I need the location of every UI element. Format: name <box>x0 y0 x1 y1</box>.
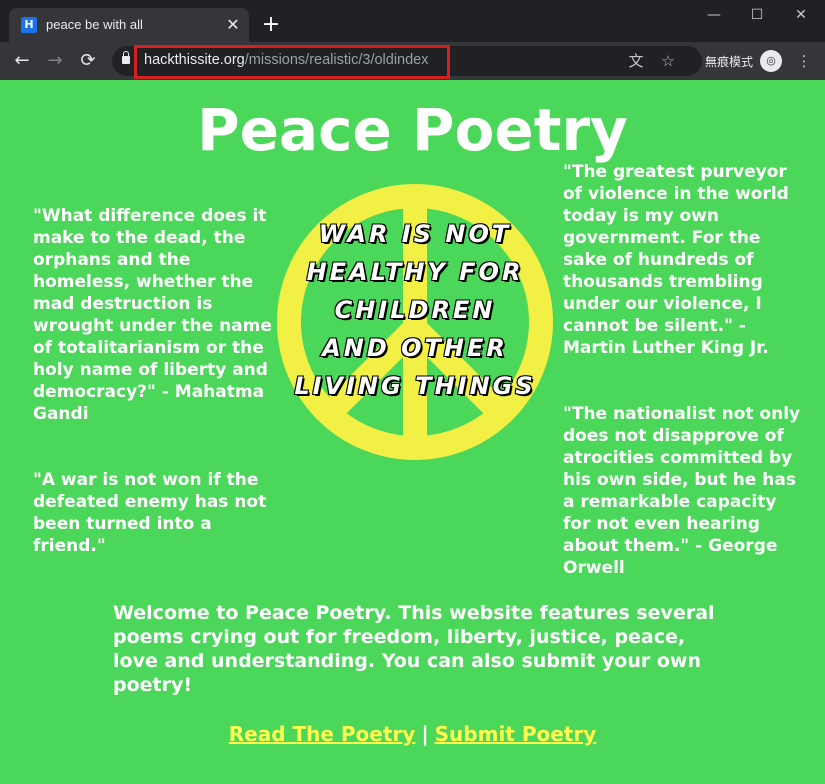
page-viewport: Peace Poetry "What difference does it ma… <box>0 80 825 784</box>
tab-title: peace be with all <box>46 17 143 32</box>
read-poetry-link[interactable]: Read The Poetry <box>229 722 416 746</box>
slogan-line-2: HEALTHY FOR <box>306 257 524 287</box>
back-icon[interactable]: ← <box>10 49 34 73</box>
welcome-text: Welcome to Peace Poetry. This website fe… <box>113 602 715 696</box>
minimize-button[interactable]: — <box>700 4 728 26</box>
quote-war-friend: "A war is not won if the defeated enemy … <box>33 470 267 556</box>
window-close-button[interactable]: ✕ <box>787 4 815 26</box>
browser-tab[interactable]: H peace be with all ✕ <box>9 8 249 42</box>
forward-icon[interactable]: → <box>43 49 67 73</box>
new-tab-button[interactable]: + <box>259 13 283 37</box>
slogan-line-5: LIVING THINGS <box>293 371 536 401</box>
slogan-line-1: WAR IS NOT <box>318 219 512 249</box>
quote-gandhi: "What difference does it make to the dea… <box>33 206 272 424</box>
incognito-label: 無痕模式 <box>705 55 754 69</box>
incognito-icon[interactable]: ◎ <box>760 50 782 72</box>
reload-icon[interactable]: ⟳ <box>76 49 100 73</box>
submit-poetry-link[interactable]: Submit Poetry <box>435 722 597 746</box>
bookmark-star-icon[interactable]: ☆ <box>658 51 678 71</box>
translate-icon[interactable]: 文 <box>626 51 646 71</box>
tab-close-icon[interactable]: ✕ <box>223 15 243 35</box>
hackthissite-favicon-icon: H <box>21 17 37 33</box>
quote-orwell: "The nationalist not only does not disap… <box>563 404 801 578</box>
slogan-line-3: CHILDREN <box>334 295 496 325</box>
title-bar: H peace be with all ✕ + — ☐ ✕ <box>0 0 825 42</box>
maximize-button[interactable]: ☐ <box>743 4 771 26</box>
menu-icon[interactable]: ⋮ <box>794 51 814 71</box>
lock-icon[interactable] <box>122 51 130 64</box>
url-highlight-box <box>134 45 450 79</box>
peace-sign-image: WAR IS NOT HEALTHY FOR CHILDREN AND OTHE… <box>270 168 560 466</box>
page-title: Peace Poetry <box>197 96 628 164</box>
quote-mlk: "The greatest purveyor of violence in th… <box>563 162 789 358</box>
slogan-line-4: AND OTHER <box>321 333 508 363</box>
nav-links: Read The Poetry | Submit Poetry <box>0 722 825 746</box>
link-separator: | <box>421 722 429 746</box>
